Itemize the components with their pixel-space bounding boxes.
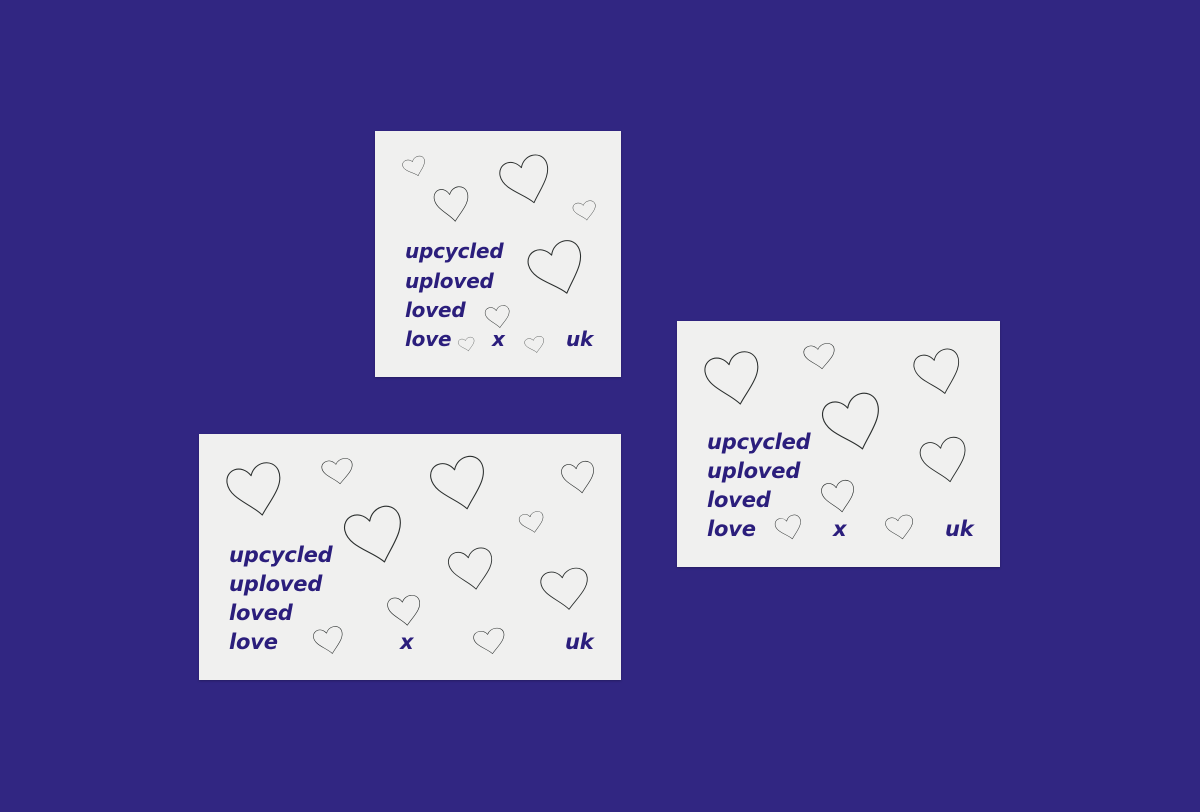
word-loved: loved — [707, 488, 771, 512]
word-uploved: uploved — [707, 459, 801, 483]
word-x: x — [833, 517, 847, 541]
heart-icon — [572, 200, 596, 221]
word-x: x — [400, 630, 414, 654]
heart-icon — [524, 336, 544, 353]
heart-icon — [803, 343, 835, 370]
word-loved: loved — [229, 601, 293, 625]
heart-icon — [430, 455, 484, 510]
heart-icon — [458, 336, 475, 351]
card-square: upcycled uploved loved love x uk — [375, 131, 621, 377]
heart-icon — [226, 462, 281, 516]
heart-icon — [561, 461, 594, 494]
word-uk: uk — [945, 517, 974, 541]
card-wide: upcycled uploved loved love x uk — [199, 434, 621, 680]
word-uploved: uploved — [405, 269, 494, 293]
heart-icon — [919, 436, 966, 483]
heart-icon — [885, 514, 913, 540]
word-uk: uk — [566, 327, 594, 351]
heart-icon — [448, 547, 493, 590]
word-x: x — [492, 327, 505, 351]
heart-icon — [821, 480, 854, 513]
word-upcycled: upcycled — [229, 543, 333, 567]
heart-icon — [540, 567, 588, 610]
heart-icon — [822, 392, 879, 450]
heart-icon — [484, 305, 510, 328]
heart-icon — [704, 351, 759, 405]
heart-icon — [321, 458, 353, 485]
word-love: love — [229, 630, 278, 654]
heart-icon — [774, 514, 801, 540]
heart-icon — [499, 154, 549, 204]
word-uk: uk — [565, 630, 594, 654]
heart-icon — [913, 348, 959, 394]
heart-icon — [473, 627, 505, 654]
word-love: love — [707, 517, 756, 541]
heart-icon — [344, 505, 401, 563]
heart-icon — [402, 155, 425, 176]
heart-icon — [387, 595, 421, 626]
word-upcycled: upcycled — [707, 430, 811, 454]
heart-icon — [433, 186, 469, 222]
heart-icon — [518, 511, 544, 533]
word-loved: loved — [405, 298, 466, 322]
word-uploved: uploved — [229, 572, 323, 596]
word-love: love — [405, 327, 452, 351]
heart-icon — [527, 240, 582, 294]
heart-icon — [313, 626, 343, 654]
word-upcycled: upcycled — [405, 239, 504, 263]
card-medium: upcycled uploved loved love x uk — [677, 321, 1000, 567]
